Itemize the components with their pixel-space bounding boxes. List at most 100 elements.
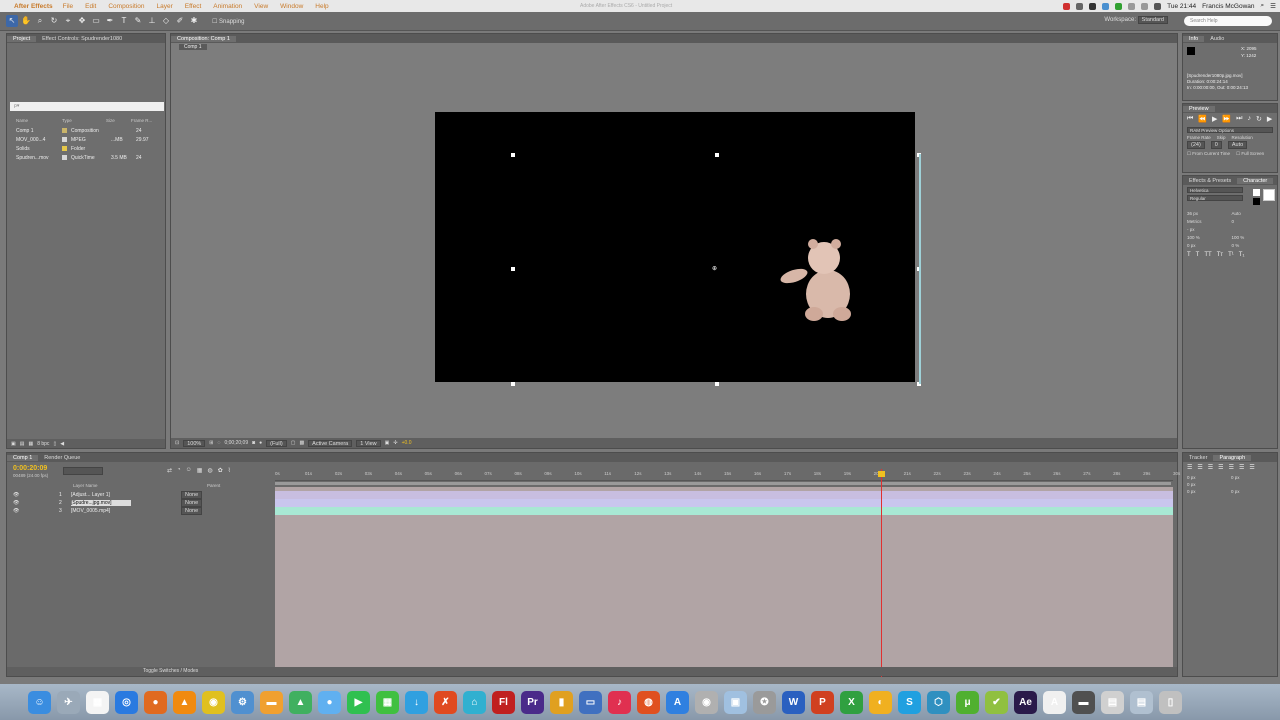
dock-acrobat-x-icon[interactable]: ✗ [434, 690, 457, 714]
graph-editor-icon[interactable]: ⌇ [228, 467, 231, 474]
workspace-dropdown[interactable]: Standard [1137, 16, 1168, 24]
dock-android-icon[interactable]: ✔ [985, 690, 1008, 714]
col-parent[interactable]: Parent [207, 483, 220, 488]
faux-bold-icon[interactable]: T [1187, 252, 1191, 258]
menu-effect[interactable]: Effect [185, 3, 202, 10]
status-red-icon[interactable] [1063, 2, 1071, 10]
menu-layer[interactable]: Layer [156, 3, 172, 10]
dock-facetime-icon[interactable]: ▶ [347, 690, 370, 714]
align-left-icon[interactable]: ☰ [1187, 464, 1192, 471]
leading-field[interactable]: Auto [1232, 211, 1274, 216]
dock-firefox-icon[interactable]: ● [144, 690, 167, 714]
full-screen-checkbox[interactable]: ☐ Full Screen [1236, 151, 1264, 157]
transform-handle[interactable] [511, 382, 515, 386]
brainstorm-icon[interactable]: ✿ [218, 467, 223, 474]
table-row[interactable]: 👁 2 [Spudre...jpg.mov] None [11, 499, 273, 507]
layer-name[interactable]: [Spudre...jpg.mov] [71, 500, 131, 506]
snapping-toggle[interactable]: ☐ Snapping [212, 18, 244, 25]
small-caps-icon[interactable]: Tт [1217, 252, 1223, 258]
shy-layers-icon[interactable]: ☺ [186, 467, 192, 474]
justify-all-icon[interactable]: ☰ [1249, 464, 1254, 471]
type-tool-icon[interactable]: T [118, 15, 130, 27]
dock-skype-icon[interactable]: S [898, 690, 921, 714]
font-style-dropdown[interactable]: Regular [1187, 195, 1243, 201]
dock-premiere-icon[interactable]: Pr [521, 690, 544, 714]
table-row[interactable]: 👁 3 [MOV_0005.mp4] None [11, 507, 273, 515]
menu-composition[interactable]: Composition [108, 3, 144, 10]
current-time[interactable]: 0;00;20;09 [224, 440, 248, 446]
dock-trash-icon[interactable]: ▯ [1159, 690, 1182, 714]
visibility-eye-icon[interactable]: 👁 [13, 508, 19, 514]
fill-color-swatch[interactable] [1253, 189, 1260, 196]
volume-icon[interactable] [1141, 2, 1149, 10]
new-folder-icon[interactable]: ▤ [20, 441, 25, 447]
indent-left-field[interactable]: 0 px [1187, 475, 1229, 480]
from-current-time-checkbox[interactable]: ☐ From Current Time [1187, 151, 1230, 157]
justify-right-icon[interactable]: ☰ [1239, 464, 1244, 471]
layer-bar[interactable] [275, 491, 1173, 499]
loop-icon[interactable]: ↻ [1256, 115, 1262, 123]
scroll-left-icon[interactable]: ◀ [60, 441, 64, 447]
horizontal-scale-field[interactable]: 100 % [1232, 235, 1274, 240]
rotate-tool-icon[interactable]: ↻ [48, 15, 60, 27]
draft-3d-icon[interactable]: ◔ [177, 467, 181, 474]
comp-mini-flowchart-icon[interactable]: ⇄ [167, 467, 172, 474]
tab-audio[interactable]: Audio [1204, 36, 1230, 42]
tab-preview[interactable]: Preview [1183, 105, 1215, 112]
dock-stats-icon[interactable]: ▮ [550, 690, 573, 714]
dock-folder-icon[interactable]: ▬ [260, 690, 283, 714]
col-size[interactable]: Size [106, 118, 131, 124]
space-after-field[interactable]: 0 px [1231, 489, 1273, 494]
next-frame-icon[interactable]: ⏩ [1222, 115, 1231, 123]
grid-icon[interactable]: ⊞ [209, 440, 213, 446]
layer-name[interactable]: [MOV_0005.mp4] [71, 508, 131, 514]
menu-app-name[interactable]: After Effects [14, 3, 53, 10]
dock-disk-utility-icon[interactable]: ◉ [695, 690, 718, 714]
dock-utorrent-icon[interactable]: μ [956, 690, 979, 714]
toggle-pixel-aspect-icon[interactable]: ▣ [385, 440, 390, 446]
resolution-dropdown[interactable]: (Full) [266, 439, 287, 447]
dock-calendar-icon[interactable]: ▦ [86, 690, 109, 714]
menu-help[interactable]: Help [315, 3, 328, 10]
pen-tool-icon[interactable]: ✒ [104, 15, 116, 27]
dock-chrome-icon[interactable]: ◉ [202, 690, 225, 714]
tab-project[interactable]: Project [7, 35, 37, 42]
notifications-icon[interactable]: ☰ [1270, 2, 1276, 10]
exposure-value[interactable]: +0.0 [402, 440, 412, 446]
tab-effect-controls[interactable]: Effect Controls: Spudrender1080 [36, 36, 128, 42]
dock-network-icon[interactable]: ⬡ [927, 690, 950, 714]
vertical-scale-field[interactable]: 100 % [1187, 235, 1229, 240]
snapshot-icon[interactable]: ◙ [252, 440, 255, 446]
magnification-icon[interactable]: ⊡ [175, 440, 179, 446]
justify-center-icon[interactable]: ☰ [1229, 464, 1234, 471]
current-time-indicator[interactable] [881, 469, 882, 677]
first-frame-icon[interactable]: ⏮ [1187, 115, 1193, 123]
camera-tool-icon[interactable]: ⌖ [62, 15, 74, 27]
layer-name[interactable]: [Adjust... Layer 1] [71, 492, 131, 498]
work-area-bar[interactable] [275, 482, 1171, 485]
dock-fetch-icon[interactable]: ⌂ [463, 690, 486, 714]
transform-handle[interactable] [715, 382, 719, 386]
dock-keynote-icon[interactable]: ▭ [579, 690, 602, 714]
col-frame-rate[interactable]: Frame R... [131, 118, 152, 124]
transform-handle[interactable] [511, 153, 515, 157]
menu-edit[interactable]: Edit [85, 3, 96, 10]
dock-app-store-icon[interactable]: A [666, 690, 689, 714]
tab-timeline-comp[interactable]: Comp 1 [7, 454, 39, 461]
pan-behind-tool-icon[interactable]: ✥ [76, 15, 88, 27]
col-type[interactable]: Type [62, 118, 106, 124]
list-item[interactable]: Spudren...mov QuickTime 3.5 MB 24 [10, 153, 164, 162]
tab-character[interactable]: Character [1237, 177, 1274, 184]
transform-handle[interactable] [511, 267, 515, 271]
dock-drive-icon[interactable]: ▲ [289, 690, 312, 714]
tab-composition[interactable]: Composition: Comp 1 [171, 35, 236, 42]
parent-dropdown[interactable]: None [181, 507, 203, 515]
bpc-button[interactable]: 8 bpc [37, 441, 49, 447]
dock-messages-icon[interactable]: ● [318, 690, 341, 714]
list-item[interactable]: Comp 1 Composition 24 [10, 126, 164, 135]
col-layer-name[interactable]: Layer Name [73, 483, 193, 488]
motion-blur-icon[interactable]: ◍ [207, 467, 212, 474]
transform-handle[interactable] [715, 153, 719, 157]
hand-tool-icon[interactable]: ✋ [20, 15, 32, 27]
dock-after-effects-icon[interactable]: Ae [1014, 690, 1037, 714]
